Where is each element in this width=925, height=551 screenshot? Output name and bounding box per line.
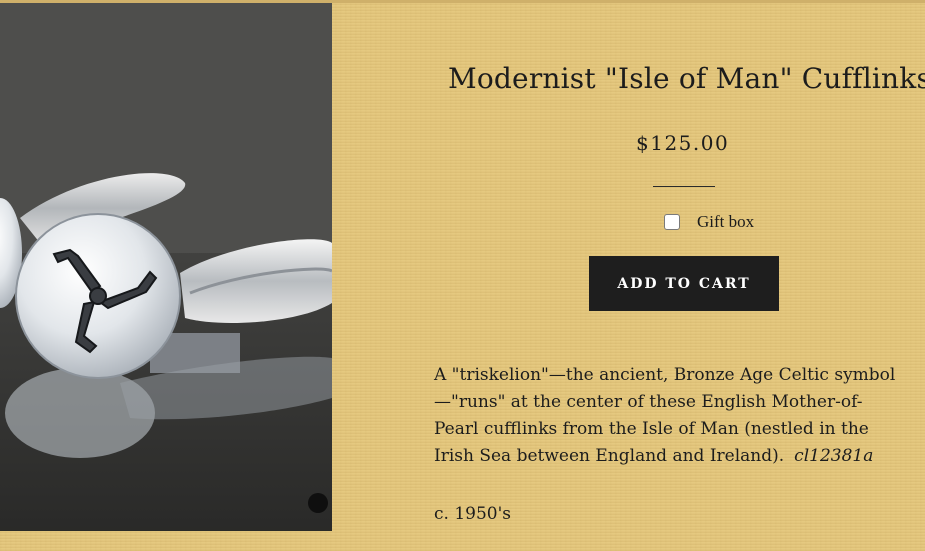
product-era: c. 1950's [434, 504, 511, 524]
product-price: $125.00 [636, 131, 730, 155]
gift-box-checkbox[interactable] [664, 214, 680, 230]
divider [653, 186, 715, 187]
cufflinks-image [0, 3, 332, 531]
product-photo[interactable] [0, 3, 332, 531]
product-description: A "triskelion"—the ancient, Bronze Age C… [434, 362, 904, 470]
add-to-cart-button[interactable]: ADD TO CART [589, 256, 779, 311]
gift-box-option[interactable]: Gift box [664, 212, 754, 232]
gift-box-label[interactable]: Gift box [697, 212, 754, 232]
product-title: Modernist "Isle of Man" Cufflinks [448, 62, 925, 95]
product-sku: cl12381a [794, 446, 874, 466]
